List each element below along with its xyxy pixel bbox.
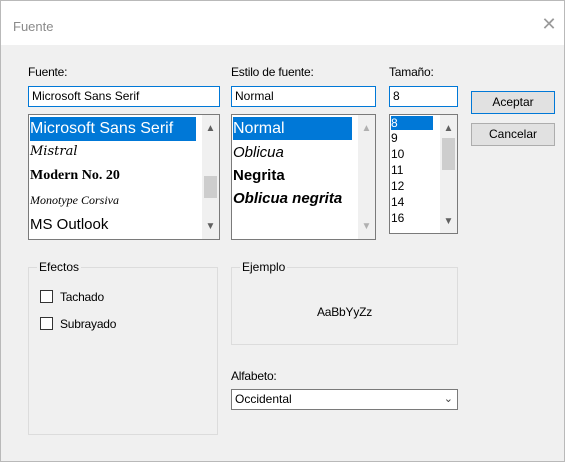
down-arrow-icon[interactable]: ▼ [202, 218, 219, 235]
dialog-title: Fuente [13, 19, 54, 34]
down-arrow-icon[interactable]: ▼ [440, 213, 457, 230]
script-label: Alfabeto: [231, 369, 277, 383]
size-list-item[interactable]: 10 [391, 147, 404, 161]
size-list-item[interactable]: 11 [391, 163, 403, 177]
font-label: Fuente: [28, 65, 68, 79]
underline-label[interactable]: Subrayado [60, 317, 116, 331]
font-list-item[interactable]: Monotype Corsiva [30, 190, 119, 210]
style-label: Estilo de fuente: [231, 65, 314, 79]
strikeout-checkbox[interactable] [40, 290, 53, 303]
up-arrow-icon[interactable]: ▲ [440, 120, 457, 137]
up-arrow-icon[interactable]: ▲ [202, 120, 219, 137]
up-arrow-icon[interactable]: ▲ [358, 120, 375, 137]
sample-group: Ejemplo AaBbYyZz [231, 260, 458, 345]
close-icon[interactable]: ✕ [538, 13, 560, 35]
size-list[interactable]: 8 9 10 11 12 14 16 ▲ ▼ [389, 114, 458, 234]
size-input[interactable]: 8 [389, 86, 458, 107]
font-list-item[interactable]: Microsoft Sans Serif [30, 117, 196, 141]
size-list-item[interactable]: 14 [391, 195, 404, 209]
scroll-thumb[interactable] [204, 176, 217, 198]
size-label: Tamaño: [389, 65, 434, 79]
style-list-scrollbar[interactable]: ▲ ▼ [358, 115, 375, 239]
accept-button[interactable]: Aceptar [471, 91, 555, 114]
cancel-button[interactable]: Cancelar [471, 123, 555, 146]
size-list-item[interactable]: 8 [391, 116, 433, 130]
size-list-item[interactable]: 16 [391, 211, 404, 225]
chevron-down-icon[interactable]: ⌄ [444, 390, 453, 409]
font-list[interactable]: Microsoft Sans Serif Mistral Modern No. … [28, 114, 220, 240]
font-list-item[interactable]: Mistral [30, 142, 78, 162]
size-list-item[interactable]: 12 [391, 179, 404, 193]
script-select-value: Occidental [235, 392, 292, 406]
strikeout-label[interactable]: Tachado [60, 290, 104, 304]
title-bar: Fuente ✕ [1, 1, 564, 45]
script-select[interactable]: Occidental ⌄ [231, 389, 458, 410]
size-list-item[interactable]: 9 [391, 131, 398, 145]
style-list-item[interactable]: Normal [233, 117, 352, 140]
effects-group: Efectos Tachado Subrayado [28, 260, 218, 435]
font-list-scrollbar[interactable]: ▲ ▼ [202, 115, 219, 239]
effects-legend: Efectos [37, 260, 82, 274]
font-name-input[interactable]: Microsoft Sans Serif [28, 86, 220, 107]
font-list-item[interactable]: Modern No. 20 [30, 165, 120, 187]
size-list-scrollbar[interactable]: ▲ ▼ [440, 115, 457, 233]
font-dialog: Fuente ✕ Fuente: Microsoft Sans Serif Mi… [0, 0, 565, 462]
style-list[interactable]: Normal Oblicua Negrita Oblicua negrita ▲… [231, 114, 376, 240]
style-list-item[interactable]: Oblicua negrita [233, 188, 359, 210]
font-list-item[interactable]: MS Outlook [30, 213, 108, 237]
style-input[interactable]: Normal [231, 86, 376, 107]
style-list-item[interactable]: Negrita [233, 165, 285, 187]
style-list-item[interactable]: Oblicua [233, 142, 284, 164]
underline-checkbox[interactable] [40, 317, 53, 330]
sample-text: AaBbYyZz [316, 305, 373, 319]
sample-legend: Ejemplo [240, 260, 288, 274]
scroll-thumb[interactable] [442, 138, 455, 170]
down-arrow-icon[interactable]: ▼ [358, 218, 375, 235]
